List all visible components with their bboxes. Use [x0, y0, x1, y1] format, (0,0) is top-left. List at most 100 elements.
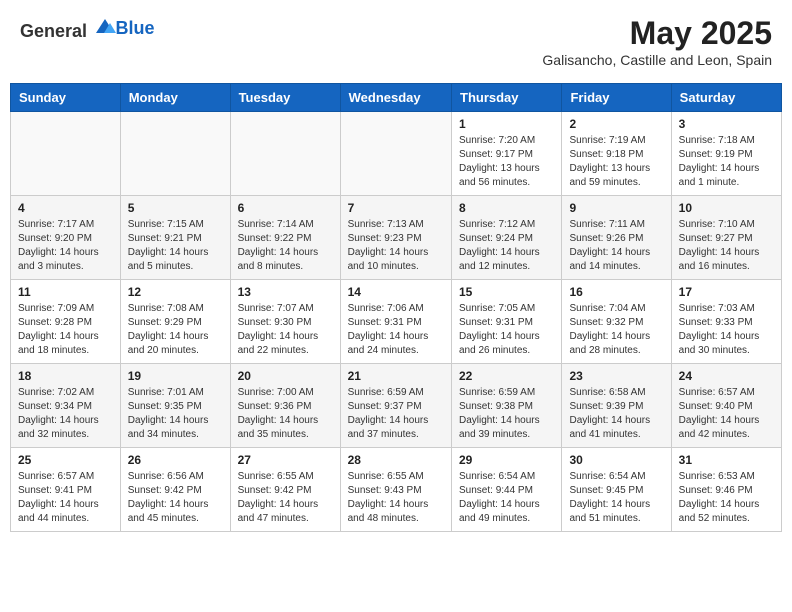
logo-general: General — [20, 21, 87, 41]
calendar-week-row: 11 Sunrise: 7:09 AMSunset: 9:28 PMDayligh… — [11, 280, 782, 364]
calendar-cell: 25Sunrise: 6:57 AMSunset: 9:41 PMDayligh… — [11, 448, 121, 532]
calendar-cell — [120, 112, 230, 196]
day-of-week-header: Tuesday — [230, 84, 340, 112]
day-number: 24 — [679, 369, 774, 383]
day-number: 7 — [348, 201, 444, 215]
day-number: 27 — [238, 453, 333, 467]
day-number: 10 — [679, 201, 774, 215]
day-number: 2 — [569, 117, 663, 131]
day-of-week-header: Saturday — [671, 84, 781, 112]
calendar-header-row: SundayMondayTuesdayWednesdayThursdayFrid… — [11, 84, 782, 112]
calendar-cell: 20 Sunrise: 7:00 AMSunset: 9:36 PMDayligh… — [230, 364, 340, 448]
calendar-cell: 31 Sunrise: 6:53 AMSunset: 9:46 PMDayligh… — [671, 448, 781, 532]
day-info: Sunrise: 6:54 AMSunset: 9:44 PMDaylight:… — [459, 470, 554, 526]
calendar-cell: 6 Sunrise: 7:14 AMSunset: 9:22 PMDaylight… — [230, 196, 340, 280]
day-info: Sunrise: 7:06 AMSunset: 9:31 PMDaylight:… — [348, 302, 444, 358]
day-info: Sunrise: 6:55 AMSunset: 9:43 PMDaylight:… — [348, 470, 444, 526]
logo-icon — [94, 15, 116, 37]
day-info: Sunrise: 7:05 AMSunset: 9:31 PMDaylight:… — [459, 302, 554, 358]
calendar-week-row: 25Sunrise: 6:57 AMSunset: 9:41 PMDayligh… — [11, 448, 782, 532]
calendar-cell: 26 Sunrise: 6:56 AMSunset: 9:42 PMDayligh… — [120, 448, 230, 532]
day-number: 29 — [459, 453, 554, 467]
calendar-cell: 3Sunrise: 7:18 AMSunset: 9:19 PMDaylight… — [671, 112, 781, 196]
day-info: Sunrise: 7:07 AMSunset: 9:30 PMDaylight:… — [238, 302, 333, 358]
day-of-week-header: Sunday — [11, 84, 121, 112]
logo: General Blue — [20, 15, 155, 42]
calendar-cell: 9 Sunrise: 7:11 AMSunset: 9:26 PMDaylight… — [562, 196, 671, 280]
day-number: 26 — [128, 453, 223, 467]
day-info: Sunrise: 7:09 AMSunset: 9:28 PMDaylight:… — [18, 302, 113, 358]
day-of-week-header: Monday — [120, 84, 230, 112]
day-number: 14 — [348, 285, 444, 299]
day-number: 8 — [459, 201, 554, 215]
day-number: 20 — [238, 369, 333, 383]
day-number: 13 — [238, 285, 333, 299]
day-of-week-header: Thursday — [452, 84, 562, 112]
calendar-cell: 19 Sunrise: 7:01 AMSunset: 9:35 PMDayligh… — [120, 364, 230, 448]
day-info: Sunrise: 6:57 AMSunset: 9:40 PMDaylight:… — [679, 386, 774, 442]
calendar-cell: 13 Sunrise: 7:07 AMSunset: 9:30 PMDayligh… — [230, 280, 340, 364]
day-number: 25 — [18, 453, 113, 467]
day-number: 11 — [18, 285, 113, 299]
day-info: Sunrise: 6:53 AMSunset: 9:46 PMDaylight:… — [679, 470, 774, 526]
day-number: 1 — [459, 117, 554, 131]
day-number: 9 — [569, 201, 663, 215]
day-info: Sunrise: 7:03 AMSunset: 9:33 PMDaylight:… — [679, 302, 774, 358]
day-info: Sunrise: 7:01 AMSunset: 9:35 PMDaylight:… — [128, 386, 223, 442]
day-number: 31 — [679, 453, 774, 467]
day-number: 4 — [18, 201, 113, 215]
day-info: Sunrise: 6:55 AMSunset: 9:42 PMDaylight:… — [238, 470, 333, 526]
day-info: Sunrise: 7:02 AMSunset: 9:34 PMDaylight:… — [18, 386, 113, 442]
calendar-cell: 11 Sunrise: 7:09 AMSunset: 9:28 PMDayligh… — [11, 280, 121, 364]
calendar-cell: 1Sunrise: 7:20 AMSunset: 9:17 PMDaylight… — [452, 112, 562, 196]
day-info: Sunrise: 7:08 AMSunset: 9:29 PMDaylight:… — [128, 302, 223, 358]
calendar-cell: 30 Sunrise: 6:54 AMSunset: 9:45 PMDayligh… — [562, 448, 671, 532]
calendar-week-row: 1Sunrise: 7:20 AMSunset: 9:17 PMDaylight… — [11, 112, 782, 196]
day-info: Sunrise: 6:54 AMSunset: 9:45 PMDaylight:… — [569, 470, 663, 526]
day-info: Sunrise: 7:11 AMSunset: 9:26 PMDaylight:… — [569, 218, 663, 274]
calendar-cell: 21Sunrise: 6:59 AMSunset: 9:37 PMDayligh… — [340, 364, 451, 448]
day-info: Sunrise: 7:04 AMSunset: 9:32 PMDaylight:… — [569, 302, 663, 358]
calendar-cell: 24 Sunrise: 6:57 AMSunset: 9:40 PMDayligh… — [671, 364, 781, 448]
day-info: Sunrise: 7:00 AMSunset: 9:36 PMDaylight:… — [238, 386, 333, 442]
calendar-cell: 2 Sunrise: 7:19 AMSunset: 9:18 PMDaylight… — [562, 112, 671, 196]
day-number: 21 — [348, 369, 444, 383]
day-of-week-header: Wednesday — [340, 84, 451, 112]
day-info: Sunrise: 7:15 AMSunset: 9:21 PMDaylight:… — [128, 218, 223, 274]
day-number: 6 — [238, 201, 333, 215]
day-info: Sunrise: 7:10 AMSunset: 9:27 PMDaylight:… — [679, 218, 774, 274]
day-number: 22 — [459, 369, 554, 383]
header: General Blue May 2025 Galisancho, Castil… — [10, 10, 782, 73]
calendar-cell: 4Sunrise: 7:17 AMSunset: 9:20 PMDaylight… — [11, 196, 121, 280]
day-info: Sunrise: 7:12 AMSunset: 9:24 PMDaylight:… — [459, 218, 554, 274]
title-area: May 2025 Galisancho, Castille and Leon, … — [542, 15, 772, 68]
day-info: Sunrise: 7:13 AMSunset: 9:23 PMDaylight:… — [348, 218, 444, 274]
day-number: 30 — [569, 453, 663, 467]
calendar-cell: 16 Sunrise: 7:04 AMSunset: 9:32 PMDayligh… — [562, 280, 671, 364]
day-number: 16 — [569, 285, 663, 299]
day-info: Sunrise: 7:18 AMSunset: 9:19 PMDaylight:… — [679, 134, 774, 190]
day-info: Sunrise: 6:59 AMSunset: 9:38 PMDaylight:… — [459, 386, 554, 442]
calendar-cell — [11, 112, 121, 196]
day-number: 19 — [128, 369, 223, 383]
calendar-week-row: 18Sunrise: 7:02 AMSunset: 9:34 PMDayligh… — [11, 364, 782, 448]
day-number: 23 — [569, 369, 663, 383]
day-number: 15 — [459, 285, 554, 299]
calendar-cell — [230, 112, 340, 196]
calendar-cell: 29 Sunrise: 6:54 AMSunset: 9:44 PMDayligh… — [452, 448, 562, 532]
calendar-cell: 28 Sunrise: 6:55 AMSunset: 9:43 PMDayligh… — [340, 448, 451, 532]
calendar-cell: 15 Sunrise: 7:05 AMSunset: 9:31 PMDayligh… — [452, 280, 562, 364]
calendar-cell: 8 Sunrise: 7:12 AMSunset: 9:24 PMDaylight… — [452, 196, 562, 280]
day-number: 12 — [128, 285, 223, 299]
calendar-week-row: 4Sunrise: 7:17 AMSunset: 9:20 PMDaylight… — [11, 196, 782, 280]
calendar-cell: 23 Sunrise: 6:58 AMSunset: 9:39 PMDayligh… — [562, 364, 671, 448]
month-title: May 2025 — [542, 15, 772, 52]
day-number: 28 — [348, 453, 444, 467]
day-info: Sunrise: 6:56 AMSunset: 9:42 PMDaylight:… — [128, 470, 223, 526]
day-info: Sunrise: 6:58 AMSunset: 9:39 PMDaylight:… — [569, 386, 663, 442]
calendar-cell: 12 Sunrise: 7:08 AMSunset: 9:29 PMDayligh… — [120, 280, 230, 364]
calendar-cell: 22 Sunrise: 6:59 AMSunset: 9:38 PMDayligh… — [452, 364, 562, 448]
day-info: Sunrise: 7:14 AMSunset: 9:22 PMDaylight:… — [238, 218, 333, 274]
day-info: Sunrise: 7:19 AMSunset: 9:18 PMDaylight:… — [569, 134, 663, 190]
calendar-cell: 10 Sunrise: 7:10 AMSunset: 9:27 PMDayligh… — [671, 196, 781, 280]
